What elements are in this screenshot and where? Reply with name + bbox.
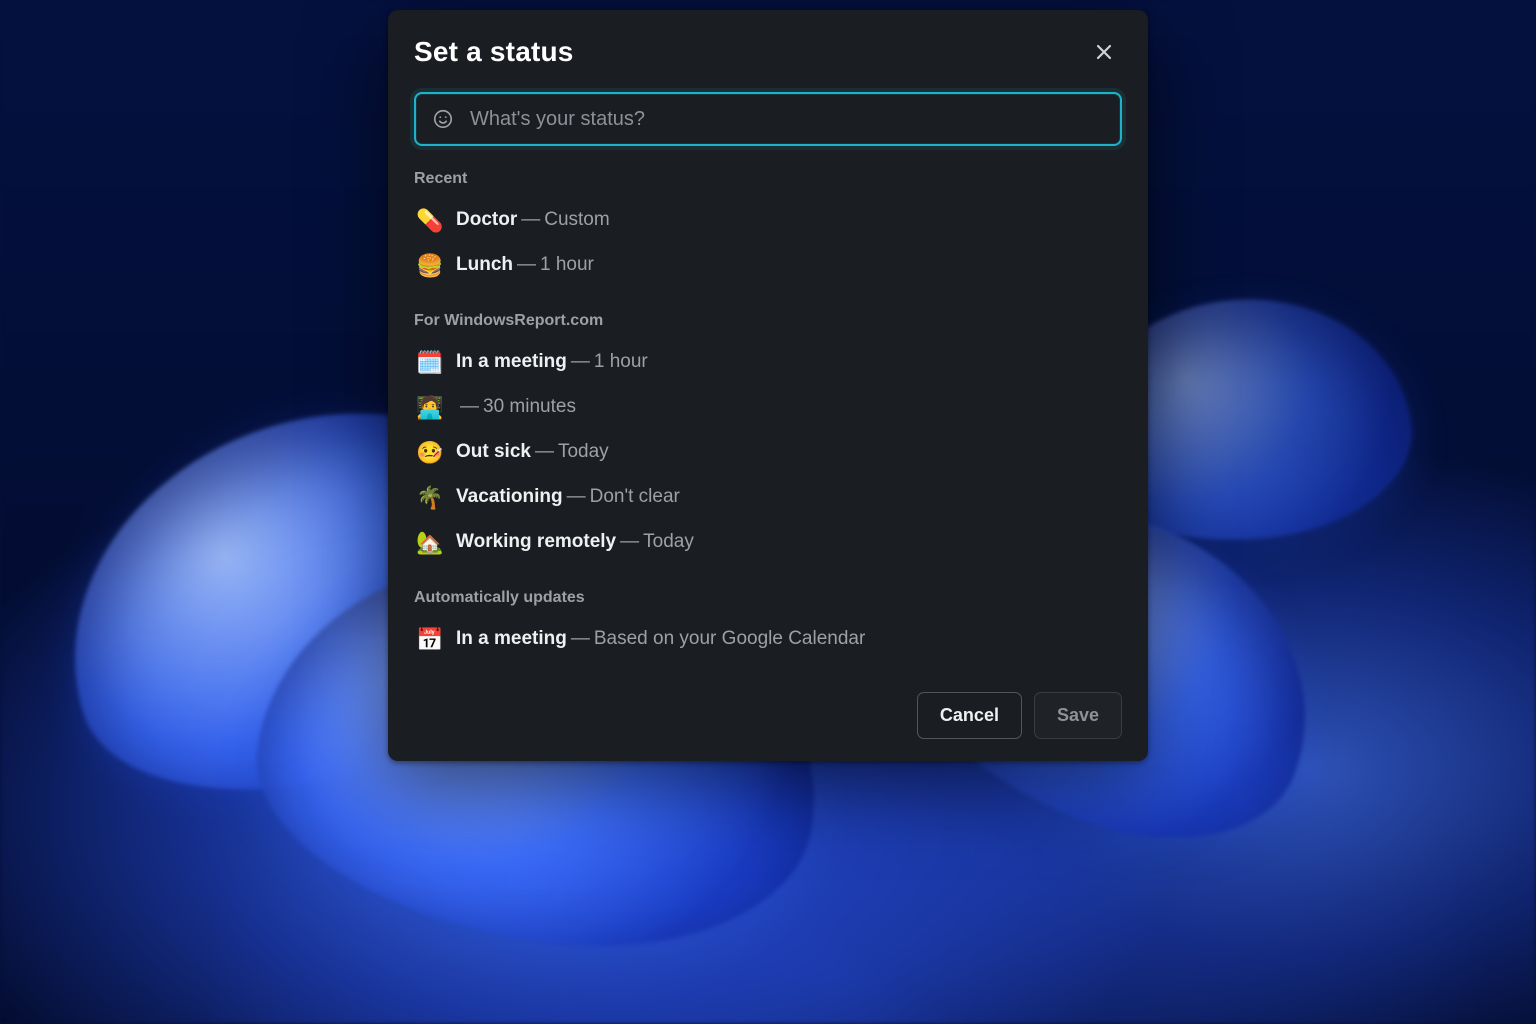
status-option-duration: Based on your Google Calendar: [594, 628, 865, 649]
status-option-duration: Don't clear: [590, 486, 680, 507]
save-button[interactable]: Save: [1034, 692, 1122, 739]
status-input[interactable]: [470, 108, 1106, 131]
status-option-text: In a meeting—1 hour: [456, 348, 648, 377]
status-option-duration: Today: [643, 531, 694, 552]
google-calendar-icon: 📅: [416, 623, 442, 656]
close-button[interactable]: [1086, 34, 1122, 70]
status-option-doctor[interactable]: 💊 Doctor—Custom: [414, 198, 1122, 243]
cancel-button[interactable]: Cancel: [917, 692, 1022, 739]
status-option-duration: Today: [558, 441, 609, 462]
recent-section: Recent 💊 Doctor—Custom 🍔 Lunch—1 hour: [414, 170, 1122, 288]
workspace-section: For WindowsReport.com 🗓️ In a meeting—1 …: [414, 312, 1122, 565]
status-option-label: Doctor: [456, 209, 517, 230]
section-label-auto: Automatically updates: [414, 589, 1122, 607]
set-status-modal: Set a status Recent 💊 Doctor—Custom: [388, 10, 1148, 761]
status-option-text: In a meeting—Based on your Google Calend…: [456, 625, 865, 654]
status-option-label: Vacationing: [456, 486, 563, 507]
modal-title: Set a status: [414, 36, 574, 68]
status-option-lunch[interactable]: 🍔 Lunch—1 hour: [414, 243, 1122, 288]
status-option-working-remotely[interactable]: 🏡 Working remotely—Today: [414, 520, 1122, 565]
status-option-in-a-meeting[interactable]: 🗓️ In a meeting—1 hour: [414, 340, 1122, 385]
palm-tree-icon: 🌴: [416, 481, 442, 514]
modal-footer: Cancel Save: [414, 692, 1122, 739]
status-option-text: Working remotely—Today: [456, 528, 694, 557]
sick-face-icon: 🤒: [416, 436, 442, 469]
person-icon: 🧑‍💻: [416, 391, 442, 424]
status-option-duration: 30 minutes: [483, 396, 576, 417]
auto-updates-section: Automatically updates 📅 In a meeting—Bas…: [414, 589, 1122, 662]
status-option-text: Lunch—1 hour: [456, 251, 594, 280]
status-option-out-sick[interactable]: 🤒 Out sick—Today: [414, 430, 1122, 475]
close-icon: [1094, 42, 1114, 62]
status-option-duration: 1 hour: [594, 351, 648, 372]
status-option-label: Lunch: [456, 254, 513, 275]
status-option-vacationing[interactable]: 🌴 Vacationing—Don't clear: [414, 475, 1122, 520]
status-option-text: —30 minutes: [456, 393, 576, 422]
house-icon: 🏡: [416, 526, 442, 559]
modal-header: Set a status: [414, 34, 1122, 70]
status-option-label: In a meeting: [456, 351, 567, 372]
pill-icon: 💊: [416, 204, 442, 237]
status-option-label: Working remotely: [456, 531, 616, 552]
emoji-picker-button[interactable]: [430, 106, 456, 132]
status-option-commuting[interactable]: 🧑‍💻 —30 minutes: [414, 385, 1122, 430]
section-label-workspace: For WindowsReport.com: [414, 312, 1122, 330]
status-option-duration: 1 hour: [540, 254, 594, 275]
status-option-text: Vacationing—Don't clear: [456, 483, 680, 512]
status-option-label: Out sick: [456, 441, 531, 462]
burger-icon: 🍔: [416, 249, 442, 282]
status-option-duration: Custom: [544, 209, 609, 230]
status-input-container[interactable]: [414, 92, 1122, 146]
status-option-auto-meeting[interactable]: 📅 In a meeting—Based on your Google Cale…: [414, 617, 1122, 662]
status-option-text: Doctor—Custom: [456, 206, 610, 235]
status-option-text: Out sick—Today: [456, 438, 609, 467]
section-label-recent: Recent: [414, 170, 1122, 188]
calendar-icon: 🗓️: [416, 346, 442, 379]
status-option-label: In a meeting: [456, 628, 567, 649]
smiley-icon: [432, 108, 454, 130]
